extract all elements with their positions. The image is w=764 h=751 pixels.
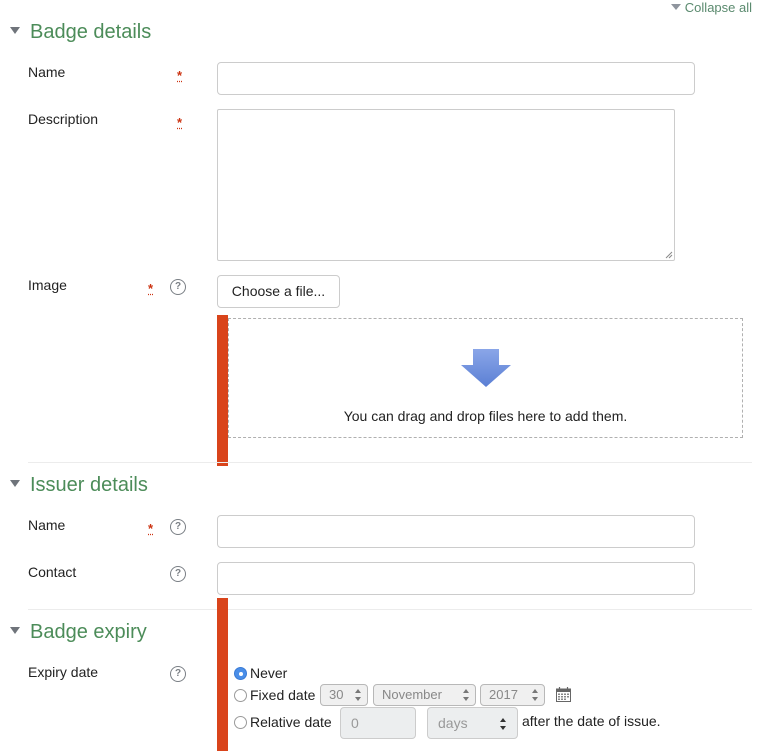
section-triangle-icon <box>10 480 20 487</box>
day-select-value: 30 <box>329 687 344 702</box>
radio-relative-date-label: Relative date <box>250 714 332 730</box>
month-select-value: November <box>382 687 442 702</box>
radio-fixed-date-label: Fixed date <box>250 687 316 703</box>
section-title: Issuer details <box>30 474 148 496</box>
badge-name-label: Name <box>28 64 66 80</box>
radio-relative-date[interactable] <box>234 716 247 729</box>
month-select[interactable]: November <box>373 684 476 706</box>
download-arrow-icon <box>461 349 511 387</box>
description-label: Description <box>28 111 99 127</box>
year-select[interactable]: 2017 <box>480 684 545 706</box>
section-triangle-icon <box>10 627 20 634</box>
section-title: Badge details <box>30 21 152 43</box>
required-icon: * <box>148 281 154 296</box>
select-arrows-icon <box>463 689 470 701</box>
select-arrows-icon <box>500 718 507 730</box>
collapse-all-label: Collapse all <box>684 0 752 15</box>
issuer-name-label: Name <box>28 517 66 533</box>
issuer-name-input[interactable] <box>217 515 695 548</box>
description-textarea[interactable] <box>217 109 675 261</box>
expiry-date-label: Expiry date <box>28 664 99 680</box>
collapse-all-link[interactable]: Collapse all <box>670 0 752 15</box>
calendar-icon[interactable] <box>556 687 571 702</box>
error-indicator-bar <box>217 315 228 466</box>
section-title: Badge expiry <box>30 621 147 643</box>
relative-number-value: 0 <box>351 715 359 731</box>
day-select[interactable]: 30 <box>320 684 368 706</box>
help-icon[interactable]: ? <box>170 566 186 582</box>
relative-unit-select[interactable]: days <box>427 707 518 739</box>
section-triangle-icon <box>10 27 20 34</box>
radio-never-label: Never <box>250 665 288 681</box>
error-indicator-bar <box>217 598 228 751</box>
dropzone-text: You can drag and drop files here to add … <box>343 408 628 424</box>
required-icon: * <box>177 115 183 130</box>
select-arrows-icon <box>355 689 362 701</box>
required-icon: * <box>148 521 154 536</box>
relative-unit-value: days <box>438 715 468 731</box>
choose-file-button[interactable]: Choose a file... <box>217 275 340 308</box>
year-select-value: 2017 <box>489 687 518 702</box>
file-dropzone[interactable]: You can drag and drop files here to add … <box>228 318 743 438</box>
section-header-badge-expiry[interactable]: Badge expiry <box>10 621 147 644</box>
select-arrows-icon <box>532 689 539 701</box>
resize-grip-icon[interactable] <box>665 251 673 259</box>
help-icon[interactable]: ? <box>170 666 186 682</box>
help-icon[interactable]: ? <box>170 279 186 295</box>
relative-number-input[interactable]: 0 <box>340 707 416 739</box>
badge-name-input[interactable] <box>217 62 695 95</box>
section-divider <box>28 462 752 463</box>
section-header-badge-details[interactable]: Badge details <box>10 21 151 44</box>
issuer-contact-label: Contact <box>28 564 77 580</box>
radio-fixed-date[interactable] <box>234 689 247 702</box>
section-divider <box>28 609 752 610</box>
required-icon: * <box>177 68 183 83</box>
help-icon[interactable]: ? <box>170 519 186 535</box>
radio-never[interactable] <box>234 667 247 680</box>
after-issue-text: after the date of issue. <box>522 713 661 729</box>
section-header-issuer-details[interactable]: Issuer details <box>10 474 148 497</box>
issuer-contact-input[interactable] <box>217 562 695 595</box>
image-label: Image <box>28 277 67 293</box>
collapse-triangle-icon <box>670 4 681 10</box>
